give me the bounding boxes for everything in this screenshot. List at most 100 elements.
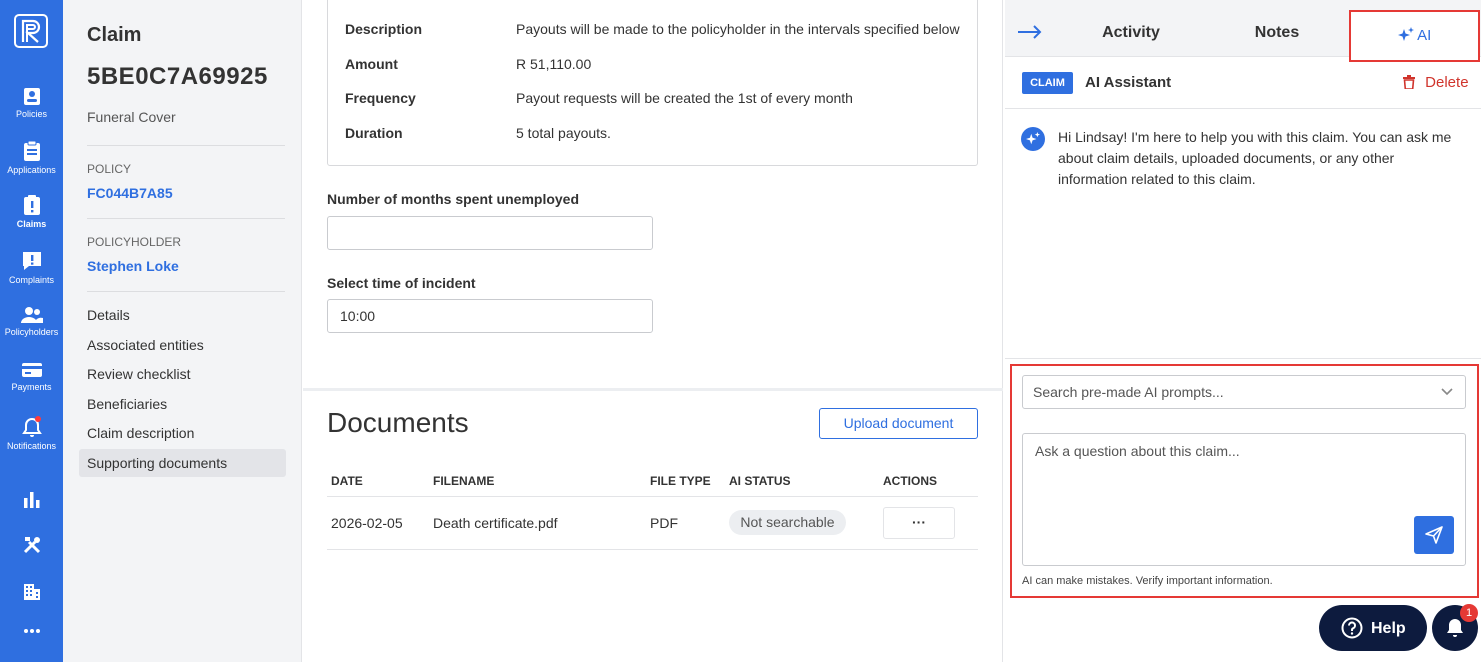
- right-panel: Activity Notes AI CLAIM AI Assistant Del…: [1005, 0, 1481, 662]
- policies-icon: [23, 88, 40, 105]
- rail-label: Payments: [11, 382, 52, 392]
- complaints-icon: [22, 252, 41, 270]
- months-unemployed-input[interactable]: [327, 216, 653, 250]
- delete-label: Delete: [1425, 74, 1469, 91]
- rail-item-payments[interactable]: Payments: [0, 361, 63, 392]
- payout-amount-label: Amount: [345, 56, 398, 72]
- claim-id: 5BE0C7A69925: [87, 63, 268, 90]
- rail-item-organization[interactable]: [0, 581, 63, 601]
- payout-amount-value: R 51,110.00: [516, 56, 592, 72]
- payout-details-card: Description Payouts will be made to the …: [327, 0, 978, 166]
- tools-icon: [23, 537, 40, 554]
- upload-document-button[interactable]: Upload document: [819, 408, 978, 439]
- document-filename[interactable]: Death certificate.pdf: [433, 515, 558, 531]
- building-icon: [23, 584, 40, 600]
- rail-label: Applications: [7, 165, 56, 175]
- header-divider: [1005, 108, 1481, 109]
- rail-item-policyholders[interactable]: Policyholders: [0, 306, 63, 337]
- divider: [87, 145, 285, 146]
- app-nav-rail: Policies Applications Claims Complaints …: [0, 0, 63, 662]
- prompt-search-placeholder: Search pre-made AI prompts...: [1033, 384, 1224, 400]
- notification-count-badge: 1: [1460, 604, 1478, 622]
- ai-status-badge: Not searchable: [729, 510, 846, 535]
- policyholders-icon: [20, 307, 43, 323]
- rail-item-more[interactable]: [0, 628, 63, 634]
- policyholder-link[interactable]: Stephen Loke: [87, 258, 179, 274]
- section-divider: [303, 388, 1003, 391]
- prompt-search-select[interactable]: Search pre-made AI prompts...: [1022, 375, 1466, 409]
- rail-item-notifications[interactable]: Notifications: [0, 416, 63, 451]
- divider: [87, 218, 285, 219]
- policyholder-caption: POLICYHOLDER: [87, 235, 182, 249]
- payout-description-value: Payouts will be made to the policyholder…: [516, 21, 960, 37]
- column-header-file-type: FILE TYPE: [650, 474, 711, 488]
- assistant-avatar-icon: [1021, 127, 1045, 151]
- months-unemployed-label: Number of months spent unemployed: [327, 191, 580, 207]
- sidebar-heading: Claim: [87, 24, 142, 46]
- claims-icon: [23, 195, 40, 215]
- bell-icon: [1447, 619, 1463, 637]
- assistant-message: Hi Lindsay! I'm here to help you with th…: [1058, 129, 1452, 187]
- payout-frequency-label: Frequency: [345, 90, 416, 106]
- column-header-date: DATE: [331, 474, 363, 488]
- sidebar-nav-beneficiaries[interactable]: Beneficiaries: [79, 390, 286, 418]
- rail-label: Complaints: [8, 275, 55, 285]
- tab-activity[interactable]: Activity: [1083, 0, 1179, 57]
- rail-item-reports[interactable]: [0, 490, 63, 508]
- payout-duration-label: Duration: [345, 125, 403, 141]
- delete-button[interactable]: Delete: [1403, 74, 1469, 91]
- question-input[interactable]: Ask a question about this claim...: [1022, 433, 1466, 566]
- panel-tabs: Activity Notes AI: [1005, 0, 1481, 62]
- rail-label: Notifications: [6, 441, 57, 451]
- payout-description-label: Description: [345, 21, 423, 37]
- rail-item-applications[interactable]: Applications: [0, 140, 63, 175]
- help-button[interactable]: Help: [1319, 605, 1427, 651]
- column-header-actions: ACTIONS: [883, 474, 937, 488]
- claim-tag: CLAIM: [1022, 72, 1073, 94]
- chevron-down-icon: [1441, 388, 1453, 396]
- sidebar-nav-supporting-documents[interactable]: Supporting documents: [79, 449, 286, 477]
- more-dots-icon: [23, 629, 40, 633]
- sidebar-nav-claim-description[interactable]: Claim description: [79, 419, 286, 447]
- main-content: Description Payouts will be made to the …: [303, 0, 1003, 662]
- documents-title: Documents: [327, 407, 469, 438]
- payout-frequency-value: Payout requests will be created the 1st …: [516, 90, 853, 106]
- sparkle-icon: [1397, 27, 1414, 41]
- table-header-divider: [327, 496, 978, 497]
- question-placeholder: Ask a question about this claim...: [1035, 443, 1240, 459]
- rail-label: Claims: [16, 219, 47, 229]
- help-icon: [1341, 617, 1363, 639]
- collapse-arrow-icon[interactable]: [1017, 25, 1043, 39]
- payments-icon: [21, 363, 42, 377]
- rail-label: Policyholders: [4, 327, 59, 337]
- claim-sidebar: Claim 5BE0C7A69925 Funeral Cover POLICY …: [63, 0, 302, 662]
- policy-link[interactable]: FC044B7A85: [87, 185, 173, 201]
- tab-ai-label: AI: [1417, 27, 1432, 44]
- send-button[interactable]: [1414, 516, 1454, 554]
- policy-caption: POLICY: [87, 162, 132, 176]
- sidebar-nav-details[interactable]: Details: [79, 301, 286, 329]
- composer-divider: [1005, 358, 1481, 359]
- applications-icon: [23, 140, 40, 161]
- column-header-filename: FILENAME: [433, 474, 495, 488]
- incident-time-input[interactable]: 10:00: [327, 299, 653, 333]
- sidebar-nav-associated-entities[interactable]: Associated entities: [79, 331, 286, 359]
- app-logo-icon[interactable]: [14, 14, 48, 48]
- tab-notes[interactable]: Notes: [1231, 0, 1323, 57]
- bar-chart-icon: [23, 492, 39, 508]
- tab-ai[interactable]: AI: [1349, 10, 1480, 62]
- document-actions-button[interactable]: ···: [883, 507, 955, 539]
- rail-item-claims[interactable]: Claims: [0, 194, 63, 229]
- rail-item-tools[interactable]: [0, 535, 63, 555]
- help-label: Help: [1371, 620, 1406, 637]
- sidebar-nav-review-checklist[interactable]: Review checklist: [79, 360, 286, 388]
- document-date: 2026-02-05: [331, 515, 403, 531]
- table-row-divider: [327, 549, 978, 550]
- rail-item-complaints[interactable]: Complaints: [0, 250, 63, 285]
- rail-item-policies[interactable]: Policies: [0, 86, 63, 119]
- notification-dot: [35, 416, 41, 422]
- trash-icon: [1403, 75, 1415, 90]
- payout-duration-value: 5 total payouts.: [516, 125, 611, 141]
- column-header-ai-status: AI STATUS: [729, 474, 791, 488]
- incident-time-label: Select time of incident: [327, 275, 476, 291]
